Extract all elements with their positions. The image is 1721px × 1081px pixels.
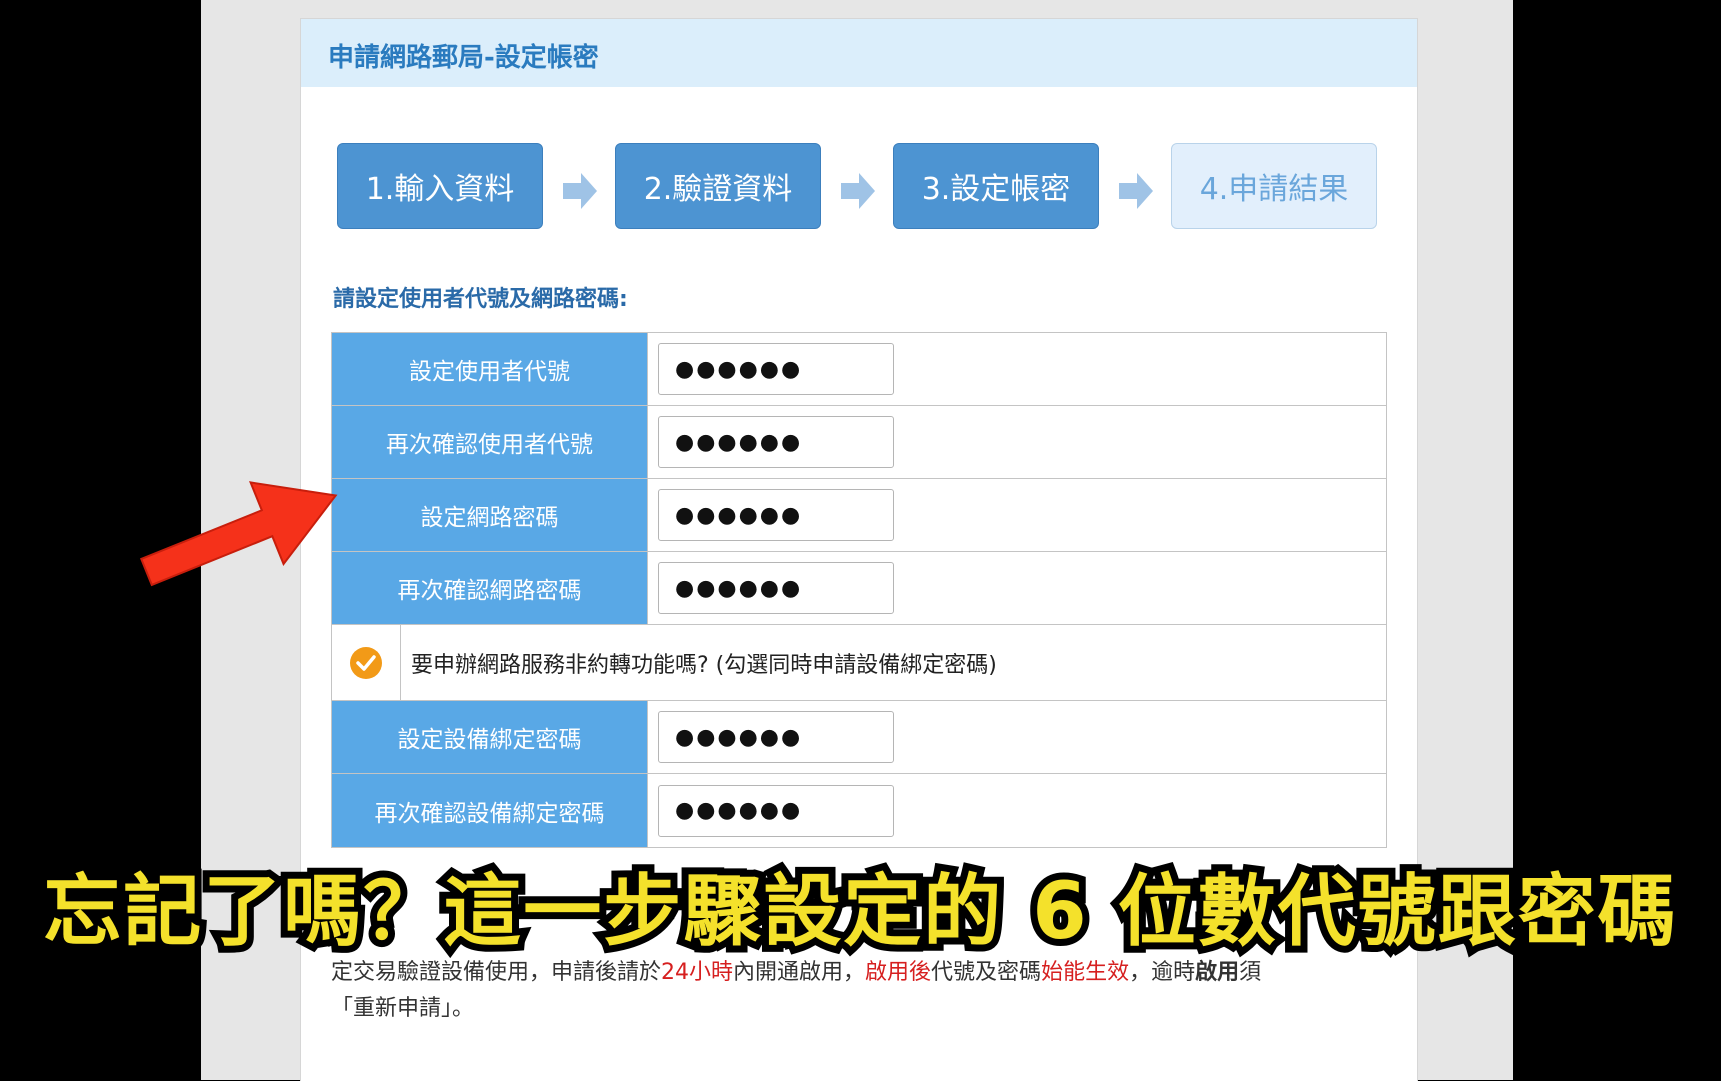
notice-text-segment: 須 [1239,960,1262,985]
device-password-confirm-input[interactable]: ●●●●●● [658,784,894,837]
notice-text-segment: 代號及密碼 [931,960,1042,985]
checked-checkbox-icon[interactable] [349,646,383,680]
notice-line: 「重新申請」。 [331,996,475,1021]
form-prompt: 請設定使用者代號及網路密碼: [333,287,628,312]
password-input[interactable]: ●●●●●● [658,489,894,541]
form-row-password-confirm: 再次確認網路密碼 ●●●●●● [332,552,1386,625]
caption-text: 忘記了嗎？這一步驟設定的 6 位數代號跟密碼 [36,860,1683,964]
password-confirm-input[interactable]: ●●●●●● [658,562,894,614]
user-id-confirm-input[interactable]: ●●●●●● [658,416,894,468]
form-row-non-transfer-option: 要申辦網路服務非約轉功能嗎? (勾選同時申請設備綁定密碼) [332,625,1386,701]
device-password-input[interactable]: ●●●●●● [658,711,894,763]
device-password-label: 設定設備綁定密碼 [332,701,648,773]
non-transfer-option-label: 要申辦網路服務非約轉功能嗎? (勾選同時申請設備綁定密碼) [411,652,997,678]
user-id-input[interactable]: ●●●●●● [658,343,894,395]
form-row-password: 設定網路密碼 ●●●●●● [332,479,1386,552]
step-1-input-data: 1.輸入資料 [337,143,543,229]
password-label: 設定網路密碼 [332,479,648,551]
notice-highlight: 始能生效 [1041,960,1130,985]
step-arrow-icon [1119,173,1153,209]
form-row-user-id-confirm: 再次確認使用者代號 ●●●●●● [332,406,1386,479]
user-id-label: 設定使用者代號 [332,333,648,405]
account-form: 設定使用者代號 ●●●●●● 再次確認使用者代號 ●●●●●● 設定網路密碼 ●… [331,332,1387,848]
page-title: 申請網路郵局-設定帳密 [328,43,599,73]
user-id-confirm-label: 再次確認使用者代號 [332,406,648,478]
notice-bold: 啟用 [1195,960,1240,985]
checkbox-cell [332,625,401,700]
step-arrow-icon [841,173,875,209]
form-row-device-password-confirm: 再次確認設備綁定密碼 ●●●●●● [332,774,1386,847]
step-2-verify-data: 2.驗證資料 [615,143,821,229]
notice-highlight: 24小時 [661,960,734,985]
notice-text-segment: ，逾時 [1129,960,1196,985]
form-row-user-id: 設定使用者代號 ●●●●●● [332,333,1386,406]
notice-text-segment: 內開通啟用， [733,960,866,985]
red-pointer-arrow-icon [139,481,338,587]
step-3-set-account: 3.設定帳密 [893,143,1099,229]
form-row-device-password: 設定設備綁定密碼 ●●●●●● [332,701,1386,774]
step-4-result: 4.申請結果 [1171,143,1377,229]
password-confirm-label: 再次確認網路密碼 [332,552,648,624]
video-caption: 忘記了嗎？這一步驟設定的 6 位數代號跟密碼 [0,855,1721,964]
notice-text-segment: 定交易驗證設備使用，申請後請於 [331,960,662,985]
notice-highlight: 啟用後 [865,960,932,985]
step-arrow-icon [563,173,597,209]
device-password-confirm-label: 再次確認設備綁定密碼 [332,774,648,847]
panel-header: 申請網路郵局-設定帳密 [301,19,1417,87]
